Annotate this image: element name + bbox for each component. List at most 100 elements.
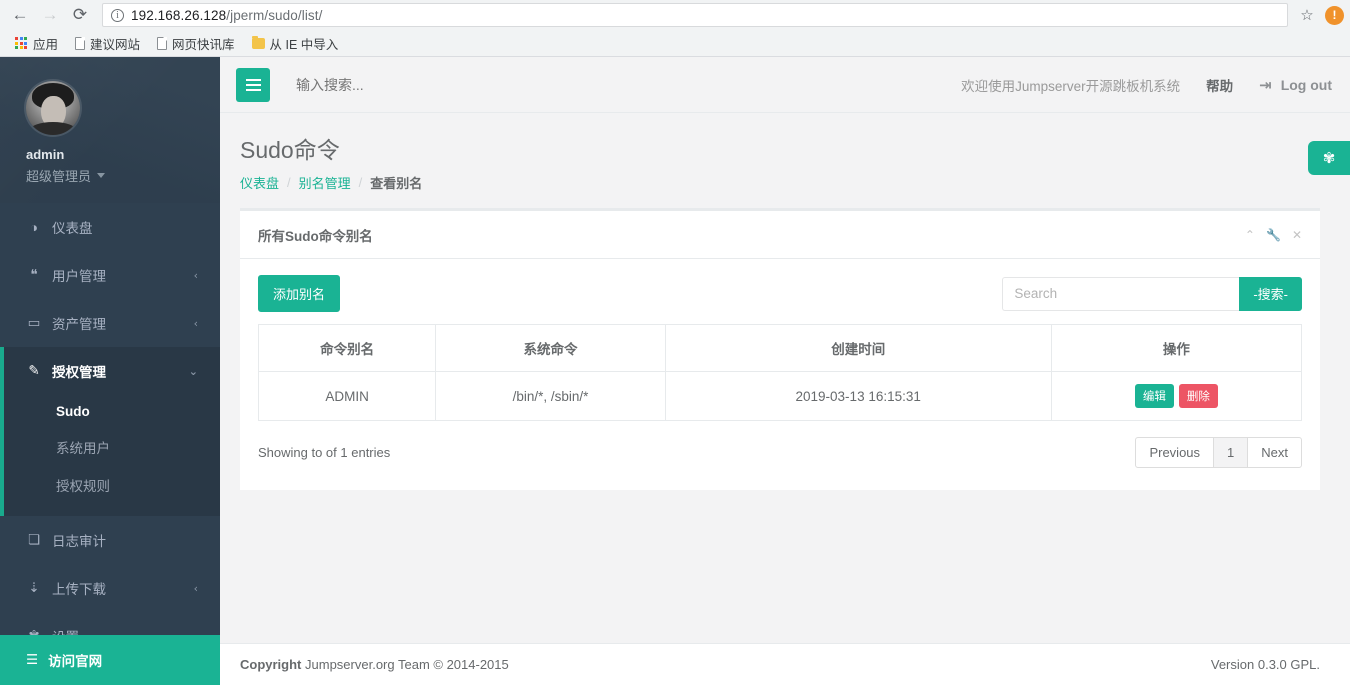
site-info-icon[interactable]: i (111, 8, 124, 22)
page-title: Sudo命令 (240, 137, 340, 163)
avatar[interactable] (26, 81, 80, 135)
chevron-left-icon: ‹ (193, 581, 198, 595)
sidebar-item-permission-management[interactable]: ✎ 授权管理 ⌄ Sudo 系统用户 授权规则 (0, 347, 220, 516)
panel-body: 添加别名 -搜索- 命令别名 系统命令 创建时间 操作 (240, 259, 1320, 490)
url-path: /jperm/sudo/list/ (226, 7, 323, 23)
address-bar[interactable]: i 192.168.26.128/jperm/sudo/list/ (102, 3, 1288, 27)
row-action-buttons: 编辑 删除 (1060, 384, 1293, 408)
pagination-previous[interactable]: Previous (1135, 437, 1215, 468)
folder-icon (251, 35, 265, 49)
column-header-actions[interactable]: 操作 (1050, 324, 1303, 372)
add-alias-button[interactable]: 添加别名 (258, 275, 341, 312)
sidebar-item-upload-download[interactable]: ⇣ 上传下载 ‹ (0, 564, 220, 612)
close-icon[interactable]: ✕ (1292, 228, 1302, 242)
sidebar-toggle-button[interactable] (236, 67, 270, 102)
sidebar-subitem-sudo[interactable]: Sudo (0, 395, 220, 428)
theme-settings-button[interactable]: ✾ (1308, 141, 1350, 175)
bookmark-label: 从 IE 中导入 (269, 37, 339, 52)
sidebar-item-label: 资产管理 (52, 317, 106, 332)
breadcrumb: 仪表盘 / 别名管理 / 查看别名 (240, 173, 1320, 192)
bookmark-apps[interactable]: 应用 (8, 32, 65, 55)
profile-role-label: 超级管理员 (26, 169, 92, 184)
wrench-icon[interactable]: 🔧 (1266, 228, 1281, 242)
table-row[interactable]: ADMIN /bin/*, /sbin/* 2019-03-13 16:15:3… (257, 371, 1303, 421)
table-info: Showing to of 1 entries (258, 445, 391, 460)
page-header: Sudo命令 仪表盘 / 别名管理 / 查看别名 (220, 113, 1350, 208)
profile-warning-badge[interactable]: ! (1325, 5, 1344, 25)
sidebar-item-label: 访问官网 (48, 654, 103, 669)
breadcrumb-item-dashboard[interactable]: 仪表盘 (240, 173, 279, 192)
gears-icon: ✾ (1322, 150, 1336, 167)
sidebar-item-dashboard[interactable]: ◑ 仪表盘 (0, 203, 220, 251)
bookmark-suggested-sites[interactable]: 建议网站 (68, 32, 147, 55)
panel-tools: ⌃ 🔧 ✕ (1245, 228, 1302, 242)
app-shell: admin 超级管理员 ◑ 仪表盘 ❝ 用户管理 ‹ ▭ 资产管理 ‹ ✎ 授权… (0, 57, 1350, 685)
burger-line (245, 83, 261, 86)
sidebar-item-user-management[interactable]: ❝ 用户管理 ‹ (0, 251, 220, 299)
burger-line (245, 78, 261, 81)
sidebar-submenu: Sudo 系统用户 授权规则 (0, 395, 220, 516)
cell-alias: ADMIN (257, 371, 437, 421)
users-icon: ❝ (30, 267, 38, 282)
table-head: 命令别名 系统命令 创建时间 操作 (257, 324, 1303, 372)
server-icon: ☰ (26, 652, 39, 667)
sidebar-subitem-system-user[interactable]: 系统用户 (0, 428, 220, 466)
page-icon (75, 36, 86, 50)
delete-button[interactable]: 删除 (1178, 384, 1218, 408)
table-search-input[interactable] (1002, 276, 1240, 311)
page-footer: Copyright Jumpserver.org Team © 2014-201… (220, 643, 1350, 685)
table-toolbar: 添加别名 -搜索- (258, 275, 1302, 312)
cell-created: 2019-03-13 16:15:31 (664, 371, 1052, 421)
top-navbar: 欢迎使用Jumpserver开源跳板机系统 帮助 ⇥ Log out (220, 57, 1350, 113)
browser-chrome: ← → ⟳ i 192.168.26.128/jperm/sudo/list/ … (0, 0, 1350, 57)
table-body: ADMIN /bin/*, /sbin/* 2019-03-13 16:15:3… (257, 371, 1303, 421)
column-header-created[interactable]: 创建时间 (664, 324, 1052, 372)
reload-button[interactable]: ⟳ (66, 2, 94, 28)
breadcrumb-separator: / (358, 175, 363, 190)
table-search-group: -搜索- (1002, 276, 1302, 311)
column-header-command[interactable]: 系统命令 (435, 324, 666, 372)
table-search-button[interactable]: -搜索- (1239, 276, 1302, 311)
pagination-page-1[interactable]: 1 (1213, 437, 1249, 468)
breadcrumb-item-alias-management[interactable]: 别名管理 (299, 173, 351, 192)
help-link[interactable]: 帮助 (1206, 75, 1233, 95)
chevron-down-icon (97, 173, 106, 178)
column-header-alias[interactable]: 命令别名 (257, 324, 437, 372)
global-search-input[interactable] (294, 75, 554, 94)
panel-header: 所有Sudo命令别名 ⌃ 🔧 ✕ (240, 211, 1320, 259)
chevron-left-icon: ‹ (193, 268, 198, 282)
footer-copyright-text: Jumpserver.org Team © 2014-2015 (305, 657, 509, 672)
sidebar-subitem-permission-rule[interactable]: 授权规则 (0, 466, 220, 504)
logout-label: Log out (1280, 76, 1332, 93)
profile-role-dropdown[interactable]: 超级管理员 (26, 166, 220, 185)
sidebar-subitem-label[interactable]: 系统用户 (0, 428, 220, 466)
edit-icon: ✎ (28, 363, 40, 378)
pagination: Previous 1 Next (1135, 437, 1302, 468)
edit-button[interactable]: 编辑 (1134, 384, 1174, 408)
avatar-shoulder (30, 122, 76, 135)
sidebar-item-asset-management[interactable]: ▭ 资产管理 ‹ (0, 299, 220, 347)
sidebar-item-visit-website[interactable]: ☰ 访问官网 (0, 635, 220, 685)
sidebar: admin 超级管理员 ◑ 仪表盘 ❝ 用户管理 ‹ ▭ 资产管理 ‹ ✎ 授权… (0, 57, 220, 685)
navbar-right: 欢迎使用Jumpserver开源跳板机系统 帮助 ⇥ Log out (961, 75, 1332, 95)
bookmark-label: 应用 (33, 37, 59, 52)
breadcrumb-item-current: 查看别名 (370, 176, 423, 191)
pagination-next[interactable]: Next (1247, 437, 1302, 468)
bookmark-imported-from-ie[interactable]: 从 IE 中导入 (245, 32, 346, 55)
download-icon: ⇣ (28, 580, 40, 595)
footer-copyright: Copyright Jumpserver.org Team © 2014-201… (240, 657, 509, 672)
cell-actions: 编辑 删除 (1050, 371, 1303, 421)
sidebar-subitem-label[interactable]: Sudo (0, 395, 220, 428)
sidebar-subitem-label[interactable]: 授权规则 (0, 466, 220, 504)
table-footer: Showing to of 1 entries Previous 1 Next (258, 437, 1302, 468)
back-button[interactable]: ← (6, 2, 34, 28)
collapse-icon[interactable]: ⌃ (1245, 228, 1255, 242)
bookmark-web-gallery[interactable]: 网页快讯库 (150, 32, 242, 55)
sidebar-item-label: 日志审计 (52, 534, 106, 549)
bookmark-star-icon[interactable]: ☆ (1294, 2, 1320, 28)
forward-button[interactable]: → (36, 2, 64, 28)
logout-button[interactable]: ⇥ Log out (1259, 76, 1332, 94)
table-header-row: 命令别名 系统命令 创建时间 操作 (257, 324, 1303, 372)
sidebar-item-log-audit[interactable]: ❏ 日志审计 (0, 516, 220, 564)
burger-line (245, 88, 261, 91)
